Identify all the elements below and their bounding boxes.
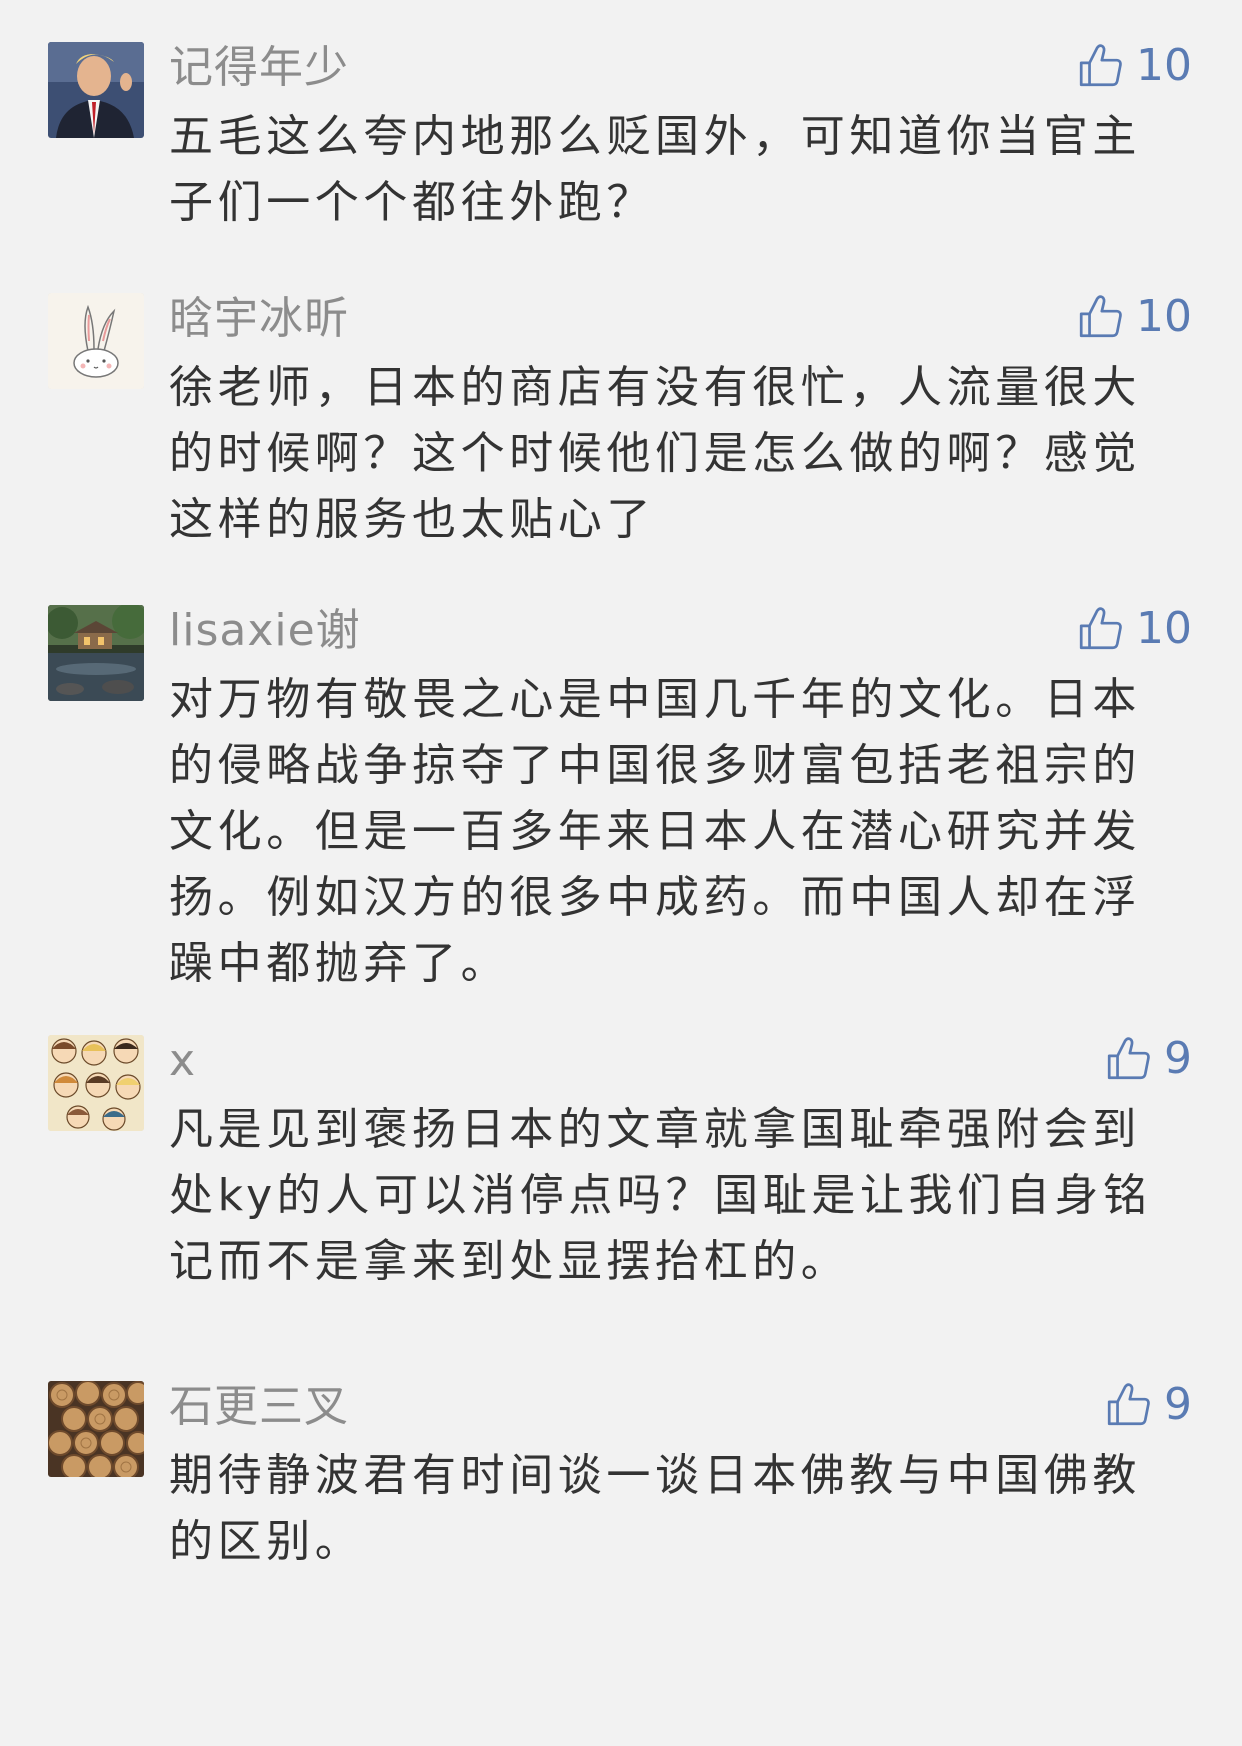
like-count: 10 <box>1136 40 1192 91</box>
nickname: x <box>169 1035 197 1086</box>
avatar[interactable] <box>48 1381 144 1477</box>
thumbs-up-icon <box>1079 44 1122 87</box>
nickname: 石更三叉 <box>169 1381 349 1432</box>
nickname: 晗宇冰昕 <box>169 293 349 344</box>
rabbit-sketch-avatar-icon <box>48 293 144 389</box>
comment-text: 凡是见到褒扬日本的文章就拿国耻牵强附会到处ky的人可以消停点吗？国耻是让我们自身… <box>169 1104 1152 1287</box>
like-button[interactable]: 10 <box>1076 34 1192 98</box>
avatar[interactable] <box>48 42 144 138</box>
garden-pond-avatar-icon <box>48 605 144 701</box>
thumbs-up-icon <box>1107 1037 1150 1080</box>
man-in-suit-avatar-icon <box>48 42 144 138</box>
like-count: 10 <box>1136 603 1192 654</box>
comment-text: 徐老师，日本的商店有没有很忙，人流量很大的时候啊？这个时候他们是怎么做的啊？感觉… <box>169 362 1141 545</box>
like-count: 10 <box>1136 291 1192 342</box>
comment-text: 对万物有敬畏之心是中国几千年的文化。日本的侵略战争掠夺了中国很多财富包括老祖宗的… <box>169 674 1141 989</box>
like-count: 9 <box>1164 1033 1192 1084</box>
comment-text: 期待静波君有时间谈一谈日本佛教与中国佛教的区别。 <box>169 1450 1141 1567</box>
comment-text: 五毛这么夸内地那么贬国外，可知道你当官主子们一个个都往外跑？ <box>169 111 1141 228</box>
like-button[interactable]: 9 <box>1104 1373 1192 1437</box>
like-button[interactable]: 10 <box>1076 285 1192 349</box>
nickname: 记得年少 <box>169 42 349 93</box>
avatar[interactable] <box>48 1035 144 1131</box>
like-button[interactable]: 10 <box>1076 597 1192 661</box>
thumbs-up-icon <box>1079 607 1122 650</box>
cartoon-group-avatar-icon <box>48 1035 144 1131</box>
avatar[interactable] <box>48 293 144 389</box>
like-button[interactable]: 9 <box>1104 1027 1192 1091</box>
avatar[interactable] <box>48 605 144 701</box>
thumbs-up-icon <box>1079 295 1122 338</box>
log-pile-avatar-icon <box>48 1381 144 1477</box>
like-count: 9 <box>1164 1379 1192 1430</box>
nickname: lisaxie谢 <box>169 605 361 656</box>
comment-list: 记得年少 10 五毛这么夸内地那么贬国外，可知道你当官主子们一个个都往外跑？ 晗… <box>0 0 1242 1746</box>
thumbs-up-icon <box>1107 1383 1150 1426</box>
